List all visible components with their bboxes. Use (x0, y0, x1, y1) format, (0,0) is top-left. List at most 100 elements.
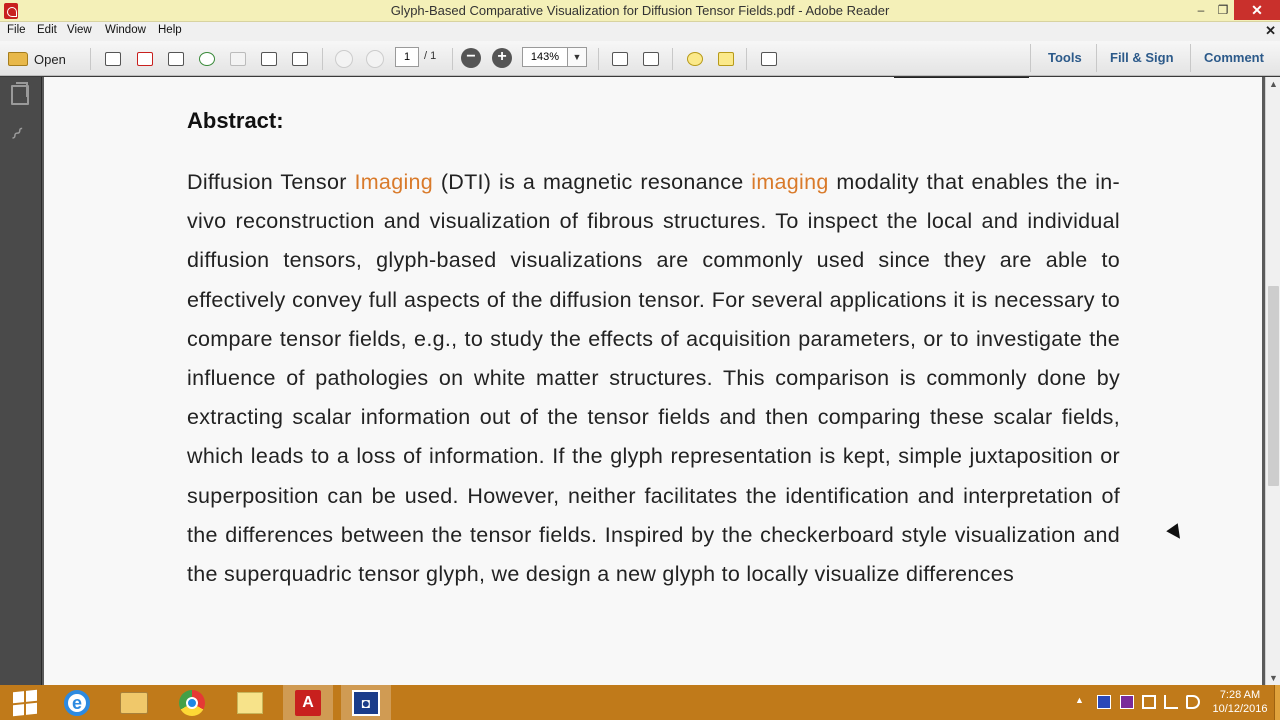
toolbar-separator (672, 48, 673, 70)
edit-pdf-button[interactable] (165, 49, 187, 69)
windows-logo-icon (13, 689, 37, 716)
toolbar-separator (90, 48, 91, 70)
abstract-heading: Abstract: (187, 108, 284, 133)
toolbar-separator (746, 48, 747, 70)
toolbar-separator (598, 48, 599, 70)
vertical-scrollbar[interactable]: ▲ ▼ (1265, 77, 1280, 685)
adobe-reader-icon: A (295, 689, 321, 716)
close-button[interactable]: ✕ (1234, 0, 1280, 20)
expand-icon (761, 52, 777, 66)
volume-muted-icon[interactable] (1186, 695, 1200, 709)
mail-icon (292, 52, 308, 66)
comment-bubble-icon (687, 52, 703, 66)
highlighted-term: Imaging (354, 170, 434, 194)
highlighted-term: imaging (751, 170, 829, 194)
action-center-flag-icon[interactable] (1142, 695, 1156, 709)
taskbar-chrome[interactable] (167, 685, 217, 720)
scrollbar-thumb[interactable] (1268, 286, 1279, 486)
page-thumbnails-icon[interactable] (11, 82, 29, 105)
attachments-icon[interactable]: ⌇ (7, 124, 34, 151)
scroll-up-icon[interactable]: ▲ (1268, 79, 1279, 89)
menu-view[interactable]: View (67, 24, 92, 36)
arrow-down-icon (366, 50, 384, 68)
open-button[interactable]: Open (8, 49, 66, 69)
toolbar-separator (322, 48, 323, 70)
menu-file[interactable]: File (7, 24, 26, 36)
network-icon[interactable] (1164, 695, 1178, 709)
abstract-text: modality that enables the in-vivo recons… (187, 170, 1121, 587)
zoom-in-button[interactable]: + (492, 48, 512, 68)
tools-button[interactable]: Tools (1048, 50, 1082, 65)
highlighter-icon (718, 52, 734, 66)
tray-expand-icon[interactable]: ▲ (1075, 695, 1089, 709)
open-label: Open (34, 51, 66, 67)
taskbar-file-explorer[interactable] (109, 685, 159, 720)
edit-icon (168, 52, 184, 66)
highlight-button[interactable] (715, 49, 737, 69)
window-title: Glyph-Based Comparative Visualization fo… (390, 3, 890, 18)
abstract-text: Diffusion Tensor (187, 170, 355, 194)
save-button[interactable] (227, 49, 249, 69)
document-view[interactable]: Abstract: Diffusion Tensor Imaging (DTI)… (42, 77, 1265, 685)
save-icon (230, 52, 246, 66)
start-button[interactable] (0, 685, 50, 720)
menu-bar: File Edit View Window Help ✕ (0, 22, 1280, 41)
fit-page-button[interactable] (609, 49, 631, 69)
navigation-pane: ⌇ (0, 77, 42, 685)
zoom-input[interactable]: 143% (522, 47, 568, 67)
clock-time: 7:28 AM (1219, 689, 1261, 701)
upload-button[interactable] (196, 49, 218, 69)
print-icon (261, 52, 277, 66)
pdf-page: Abstract: Diffusion Tensor Imaging (DTI)… (44, 77, 1262, 685)
sticky-notes-icon (237, 691, 263, 714)
full-screen-button[interactable] (758, 49, 780, 69)
fill-sign-button[interactable]: Fill & Sign (1110, 50, 1174, 65)
fit-width-button[interactable] (640, 49, 662, 69)
taskbar-adobe-reader[interactable]: A (283, 685, 333, 720)
prev-page-button[interactable] (333, 49, 355, 69)
clock-date: 10/12/2016 (1212, 703, 1268, 715)
taskbar-camstudio[interactable]: ◘ (341, 685, 391, 720)
cloud-upload-icon (199, 52, 215, 66)
create-pdf-button[interactable] (102, 49, 124, 69)
taskbar-sticky-notes[interactable] (225, 685, 275, 720)
scroll-down-icon[interactable]: ▼ (1268, 673, 1279, 683)
taskbar-internet-explorer[interactable]: e (52, 685, 102, 720)
export-pdf-button[interactable] (134, 49, 156, 69)
tray-app-icon[interactable] (1097, 695, 1111, 709)
internet-explorer-icon: e (64, 689, 90, 716)
zoom-out-button[interactable]: − (461, 48, 481, 68)
arrow-up-icon (335, 50, 353, 68)
tray-app-icon[interactable] (1120, 695, 1134, 709)
fit-page-icon (612, 52, 628, 66)
print-button[interactable] (258, 49, 280, 69)
next-page-button[interactable] (364, 49, 386, 69)
screen-recorder-icon: ◘ (352, 689, 380, 716)
system-clock[interactable]: 7:28 AM 10/12/2016 (1210, 688, 1270, 716)
toolbar-separator (452, 48, 453, 70)
menu-window[interactable]: Window (105, 24, 146, 36)
menu-edit[interactable]: Edit (37, 24, 57, 36)
comment-button[interactable]: Comment (1204, 50, 1264, 65)
chrome-icon (179, 689, 205, 716)
toolbar-separator (1096, 44, 1097, 72)
close-document-icon[interactable]: ✕ (1265, 23, 1276, 39)
page-total: / 1 (424, 50, 437, 62)
title-bar: Glyph-Based Comparative Visualization fo… (0, 0, 1280, 22)
fit-width-icon (643, 52, 659, 66)
menu-help[interactable]: Help (158, 24, 182, 36)
show-desktop-button[interactable] (1274, 685, 1280, 720)
sticky-note-button[interactable] (684, 49, 706, 69)
folder-icon (8, 52, 28, 66)
maximize-button[interactable]: ❐ (1209, 0, 1237, 20)
pdf-export-icon (137, 52, 153, 66)
toolbar-separator (1190, 44, 1191, 72)
file-explorer-icon (120, 691, 148, 714)
page-top-line (894, 77, 1029, 78)
email-button[interactable] (289, 49, 311, 69)
page-number-input[interactable]: 1 (395, 47, 419, 67)
taskbar: e A ◘ ▲ 7:28 AM 10/12/2016 (0, 685, 1280, 720)
abstract-body: Diffusion Tensor Imaging (DTI) is a magn… (187, 163, 1120, 594)
zoom-dropdown-icon[interactable]: ▼ (567, 47, 587, 67)
create-pdf-icon (105, 52, 121, 66)
